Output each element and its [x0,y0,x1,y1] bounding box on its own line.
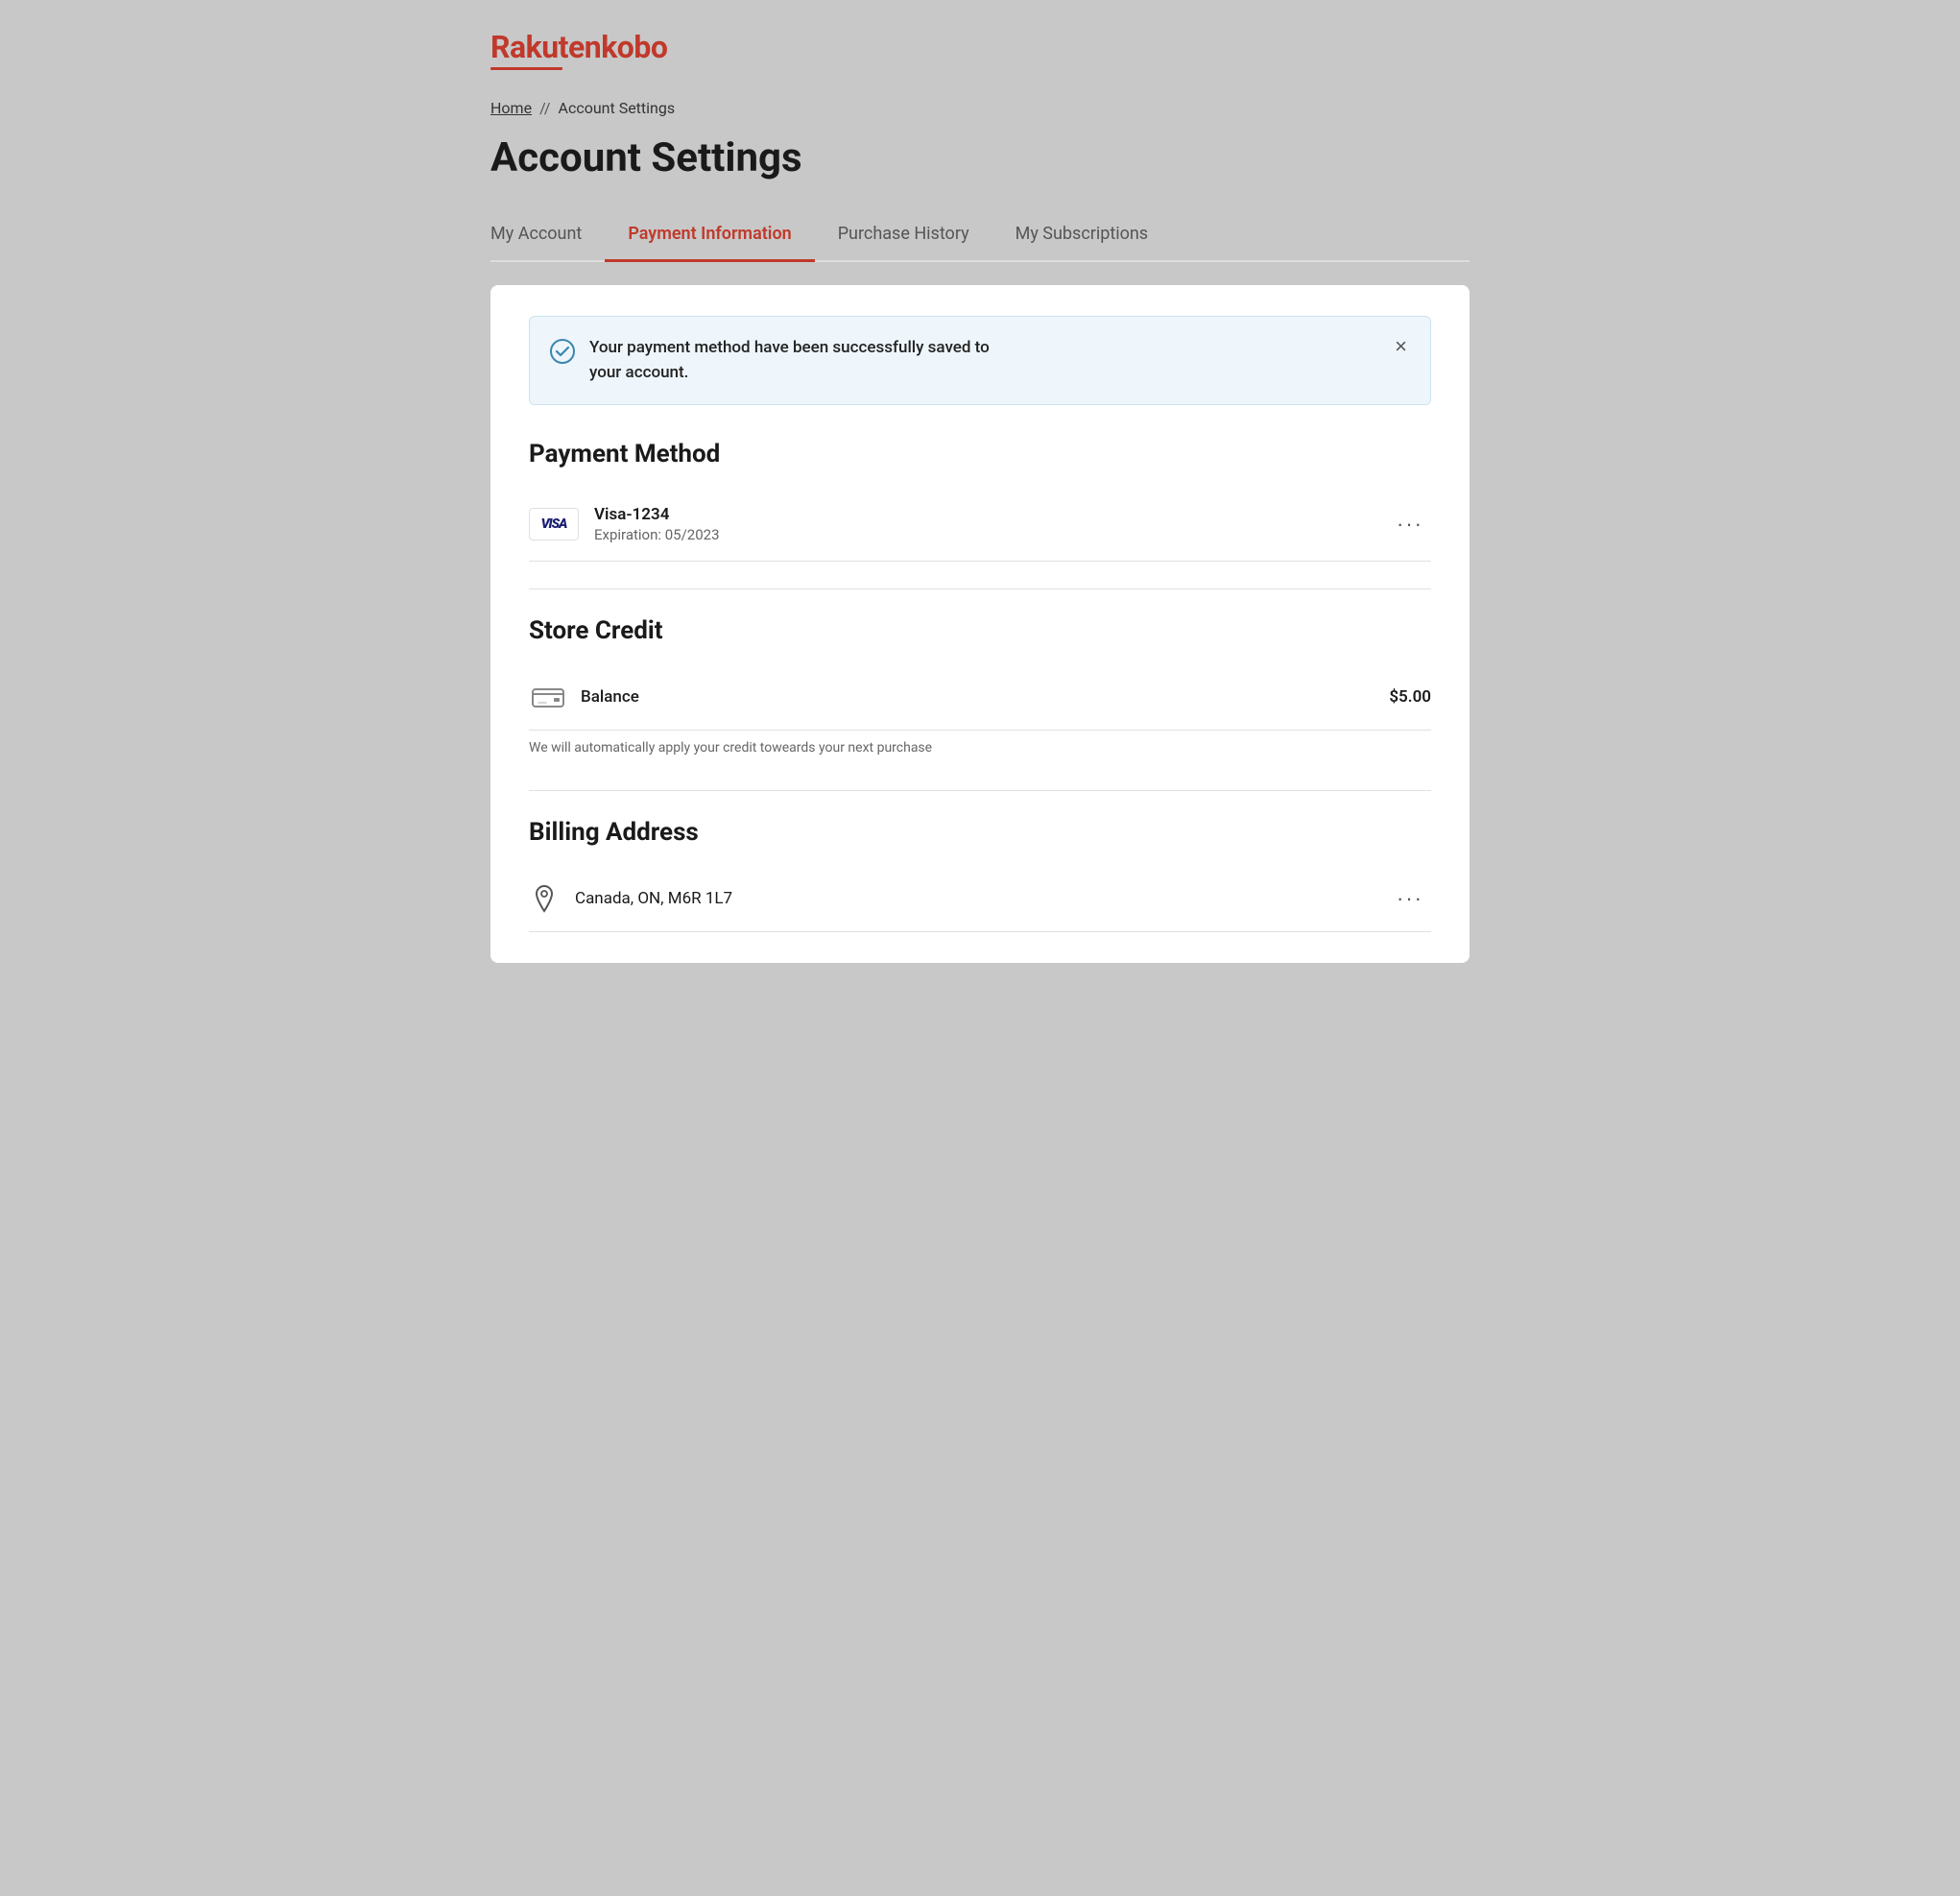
store-credit-title: Store Credit [529,616,1431,645]
logo: Rakuten kobo [490,29,1470,70]
payment-details: Visa-1234 Expiration: 05/2023 [594,505,1374,543]
billing-address-title: Billing Address [529,818,1431,847]
store-credit-icon [529,678,567,716]
success-message: Your payment method have been successful… [589,336,990,385]
content-card: Your payment method have been successful… [490,285,1470,963]
credit-note: We will automatically apply your credit … [529,740,1431,763]
billing-address-row: Canada, ON, M6R 1L7 ··· [529,866,1431,932]
close-banner-button[interactable]: × [1391,336,1411,357]
tab-payment-information[interactable]: Payment Information [605,208,814,262]
payment-method-title: Payment Method [529,440,1431,468]
payment-card-row: VISA Visa-1234 Expiration: 05/2023 ··· [529,488,1431,562]
tab-my-subscriptions[interactable]: My Subscriptions [992,208,1171,262]
billing-address-text: Canada, ON, M6R 1L7 [575,889,1374,908]
section-divider-1 [529,588,1431,589]
tab-purchase-history[interactable]: Purchase History [815,208,992,262]
logo-rakuten[interactable]: Rakuten [490,29,601,65]
credit-amount: $5.00 [1389,687,1431,707]
payment-more-button[interactable]: ··· [1389,510,1431,539]
address-more-button[interactable]: ··· [1389,884,1431,913]
location-pin-icon [529,883,560,914]
success-banner: Your payment method have been successful… [529,316,1431,405]
logo-underline [490,67,562,70]
breadcrumb-separator: // [539,99,550,117]
credit-label: Balance [581,687,1389,707]
tabs-container: My Account Payment Information Purchase … [490,208,1470,262]
breadcrumb-current: Account Settings [559,99,676,117]
breadcrumb: Home // Account Settings [490,99,1470,117]
logo-kobo[interactable]: kobo [601,29,667,65]
visa-logo-text: VISA [541,516,567,532]
breadcrumb-home-link[interactable]: Home [490,99,532,117]
section-divider-2 [529,790,1431,791]
success-check-icon [549,338,576,365]
card-expiry: Expiration: 05/2023 [594,526,1374,543]
tab-my-account[interactable]: My Account [490,208,605,262]
card-name: Visa-1234 [594,505,1374,524]
visa-icon: VISA [529,508,579,540]
store-credit-row: Balance $5.00 [529,664,1431,731]
success-banner-left: Your payment method have been successful… [549,336,990,385]
page-title: Account Settings [490,134,1470,181]
